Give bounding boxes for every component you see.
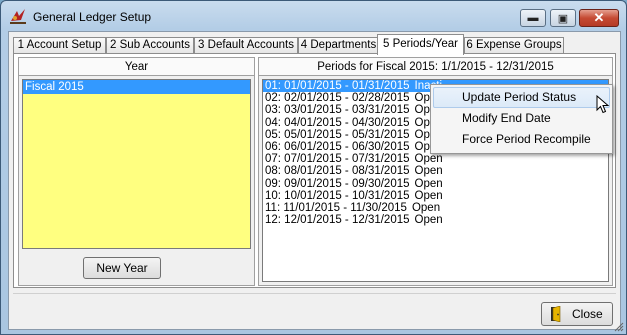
year-list[interactable]: Fiscal 2015: [22, 79, 251, 249]
window-close-button[interactable]: ✕: [579, 9, 619, 27]
menu-item-update-period-status[interactable]: Update Period Status: [433, 87, 610, 108]
period-date-range: 04: 04/01/2015 - 04/30/2015: [265, 116, 410, 129]
tab-departments[interactable]: 4 Departments: [298, 37, 379, 54]
year-list-item[interactable]: Fiscal 2015: [23, 80, 250, 94]
maximize-button[interactable]: ▣: [550, 9, 576, 27]
year-column-header: Year: [19, 58, 254, 76]
period-context-menu: Update Period Status Modify End Date For…: [430, 84, 613, 154]
periods-column-header: Periods for Fiscal 2015: 1/1/2015 - 12/3…: [259, 58, 612, 76]
period-status: Open: [414, 214, 443, 227]
menu-item-force-period-recompile[interactable]: Force Period Recompile: [431, 129, 612, 150]
period-status: Open: [414, 165, 443, 178]
tab-account-setup[interactable]: 1 Account Setup: [13, 37, 106, 54]
period-status: Open: [414, 189, 443, 202]
tab-sub-accounts[interactable]: 2 Sub Accounts: [106, 37, 194, 54]
period-date-range: 07: 07/01/2015 - 07/31/2015: [265, 153, 410, 166]
title-bar[interactable]: General Ledger Setup ▬ ▣ ✕: [1, 1, 626, 31]
period-status: Open: [414, 177, 443, 190]
period-date-range: 08: 08/01/2015 - 08/31/2015: [265, 165, 410, 178]
ledger-app-icon: [10, 9, 26, 24]
period-row[interactable]: 12: 12/01/2015 - 12/31/2015 Open: [263, 214, 608, 226]
period-date-range: 10: 10/01/2015 - 10/31/2015: [265, 189, 410, 202]
period-status: Open: [411, 201, 441, 214]
period-date-range: 06: 06/01/2015 - 06/30/2015: [265, 140, 410, 153]
period-date-range: 01: 01/01/2015 - 01/31/2015: [265, 80, 410, 92]
period-date-range: 05: 05/01/2015 - 05/31/2015: [265, 128, 410, 141]
close-button-label: Close: [572, 307, 603, 321]
window-title: General Ledger Setup: [33, 10, 152, 24]
period-status: Open: [414, 153, 443, 166]
menu-item-modify-end-date[interactable]: Modify End Date: [431, 108, 612, 129]
period-row[interactable]: 11: 11/01/2015 - 11/30/2015 Open: [263, 202, 608, 214]
year-panel: Year Fiscal 2015 New Year: [18, 57, 255, 286]
period-row[interactable]: 10: 10/01/2015 - 10/31/2015 Open: [263, 190, 608, 202]
period-date-range: 11: 11/01/2015 - 11/30/2015: [265, 201, 407, 214]
period-date-range: 12: 12/01/2015 - 12/31/2015: [265, 214, 410, 227]
general-ledger-setup-window: General Ledger Setup ▬ ▣ ✕ 1 Account Set…: [0, 0, 627, 335]
period-date-range: 03: 03/01/2015 - 03/31/2015: [265, 104, 410, 117]
tab-periods-year[interactable]: 5 Periods/Year: [377, 34, 464, 55]
dialog-footer: Close: [13, 293, 616, 327]
close-button[interactable]: Close: [541, 302, 613, 326]
resize-grip-icon[interactable]: [614, 322, 624, 332]
mouse-pointer-icon: [596, 95, 610, 114]
new-year-button[interactable]: New Year: [83, 257, 161, 279]
minimize-button[interactable]: ▬: [520, 9, 546, 27]
tab-default-accounts[interactable]: 3 Default Accounts: [194, 37, 298, 54]
period-row[interactable]: 09: 09/01/2015 - 09/30/2015 Open: [263, 178, 608, 190]
period-row[interactable]: 08: 08/01/2015 - 08/31/2015 Open: [263, 165, 608, 177]
period-date-range: 02: 02/01/2015 - 02/28/2015: [265, 92, 410, 105]
exit-door-icon: [551, 306, 561, 322]
period-row[interactable]: 07: 07/01/2015 - 07/31/2015 Open: [263, 153, 608, 165]
tab-expense-groups[interactable]: 6 Expense Groups: [464, 37, 564, 54]
dialog-client-area: 1 Account Setup 2 Sub Accounts 3 Default…: [8, 31, 621, 330]
period-date-range: 09: 09/01/2015 - 09/30/2015: [265, 177, 410, 190]
